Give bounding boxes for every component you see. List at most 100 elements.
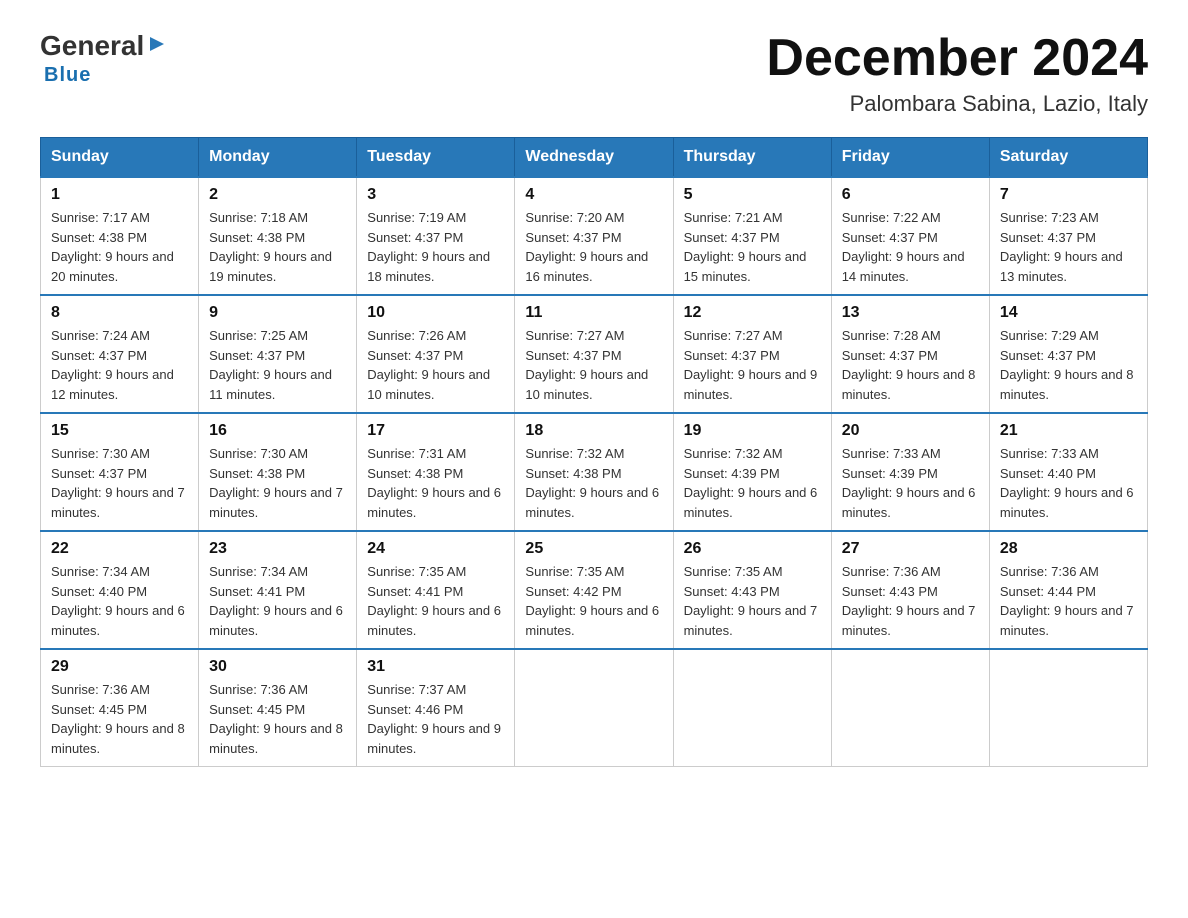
day-info: Sunrise: 7:29 AMSunset: 4:37 PMDaylight:… [1000,326,1137,404]
day-info: Sunrise: 7:30 AMSunset: 4:38 PMDaylight:… [209,444,346,522]
day-number: 7 [1000,186,1137,204]
calendar-cell: 20 Sunrise: 7:33 AMSunset: 4:39 PMDaylig… [831,413,989,531]
calendar-cell: 2 Sunrise: 7:18 AMSunset: 4:38 PMDayligh… [199,177,357,295]
calendar-cell: 8 Sunrise: 7:24 AMSunset: 4:37 PMDayligh… [41,295,199,413]
day-info: Sunrise: 7:26 AMSunset: 4:37 PMDaylight:… [367,326,504,404]
calendar-week-2: 8 Sunrise: 7:24 AMSunset: 4:37 PMDayligh… [41,295,1148,413]
day-number: 9 [209,304,346,322]
calendar-cell: 31 Sunrise: 7:37 AMSunset: 4:46 PMDaylig… [357,649,515,767]
day-number: 20 [842,422,979,440]
day-number: 4 [525,186,662,204]
day-number: 14 [1000,304,1137,322]
calendar-cell: 12 Sunrise: 7:27 AMSunset: 4:37 PMDaylig… [673,295,831,413]
day-info: Sunrise: 7:36 AMSunset: 4:45 PMDaylight:… [209,680,346,758]
day-info: Sunrise: 7:35 AMSunset: 4:41 PMDaylight:… [367,562,504,640]
day-number: 25 [525,540,662,558]
day-number: 18 [525,422,662,440]
calendar-cell [515,649,673,767]
calendar-cell [989,649,1147,767]
day-info: Sunrise: 7:18 AMSunset: 4:38 PMDaylight:… [209,208,346,286]
calendar-cell: 15 Sunrise: 7:30 AMSunset: 4:37 PMDaylig… [41,413,199,531]
calendar-week-5: 29 Sunrise: 7:36 AMSunset: 4:45 PMDaylig… [41,649,1148,767]
calendar-table: SundayMondayTuesdayWednesdayThursdayFrid… [40,137,1148,767]
day-number: 29 [51,658,188,676]
day-number: 11 [525,304,662,322]
weekday-header-thursday: Thursday [673,138,831,178]
day-info: Sunrise: 7:34 AMSunset: 4:41 PMDaylight:… [209,562,346,640]
day-number: 22 [51,540,188,558]
day-info: Sunrise: 7:19 AMSunset: 4:37 PMDaylight:… [367,208,504,286]
day-info: Sunrise: 7:27 AMSunset: 4:37 PMDaylight:… [684,326,821,404]
day-info: Sunrise: 7:36 AMSunset: 4:43 PMDaylight:… [842,562,979,640]
day-number: 1 [51,186,188,204]
calendar-cell: 3 Sunrise: 7:19 AMSunset: 4:37 PMDayligh… [357,177,515,295]
calendar-cell: 26 Sunrise: 7:35 AMSunset: 4:43 PMDaylig… [673,531,831,649]
day-info: Sunrise: 7:30 AMSunset: 4:37 PMDaylight:… [51,444,188,522]
day-number: 24 [367,540,504,558]
day-number: 12 [684,304,821,322]
day-info: Sunrise: 7:17 AMSunset: 4:38 PMDaylight:… [51,208,188,286]
calendar-week-1: 1 Sunrise: 7:17 AMSunset: 4:38 PMDayligh… [41,177,1148,295]
calendar-cell: 13 Sunrise: 7:28 AMSunset: 4:37 PMDaylig… [831,295,989,413]
calendar-cell: 6 Sunrise: 7:22 AMSunset: 4:37 PMDayligh… [831,177,989,295]
day-info: Sunrise: 7:21 AMSunset: 4:37 PMDaylight:… [684,208,821,286]
calendar-cell: 27 Sunrise: 7:36 AMSunset: 4:43 PMDaylig… [831,531,989,649]
title-area: December 2024 Palombara Sabina, Lazio, I… [766,30,1148,117]
day-number: 3 [367,186,504,204]
weekday-header-saturday: Saturday [989,138,1147,178]
day-info: Sunrise: 7:20 AMSunset: 4:37 PMDaylight:… [525,208,662,286]
day-number: 5 [684,186,821,204]
day-number: 8 [51,304,188,322]
weekday-header-friday: Friday [831,138,989,178]
day-info: Sunrise: 7:35 AMSunset: 4:42 PMDaylight:… [525,562,662,640]
calendar-cell: 1 Sunrise: 7:17 AMSunset: 4:38 PMDayligh… [41,177,199,295]
day-number: 23 [209,540,346,558]
weekday-header-monday: Monday [199,138,357,178]
day-number: 13 [842,304,979,322]
day-number: 19 [684,422,821,440]
day-info: Sunrise: 7:33 AMSunset: 4:39 PMDaylight:… [842,444,979,522]
day-info: Sunrise: 7:25 AMSunset: 4:37 PMDaylight:… [209,326,346,404]
calendar-cell: 14 Sunrise: 7:29 AMSunset: 4:37 PMDaylig… [989,295,1147,413]
day-number: 27 [842,540,979,558]
calendar-cell: 4 Sunrise: 7:20 AMSunset: 4:37 PMDayligh… [515,177,673,295]
day-info: Sunrise: 7:36 AMSunset: 4:44 PMDaylight:… [1000,562,1137,640]
day-info: Sunrise: 7:31 AMSunset: 4:38 PMDaylight:… [367,444,504,522]
day-info: Sunrise: 7:32 AMSunset: 4:38 PMDaylight:… [525,444,662,522]
calendar-cell [673,649,831,767]
weekday-header-wednesday: Wednesday [515,138,673,178]
day-number: 16 [209,422,346,440]
calendar-cell: 23 Sunrise: 7:34 AMSunset: 4:41 PMDaylig… [199,531,357,649]
calendar-cell [831,649,989,767]
day-number: 31 [367,658,504,676]
logo-general: General [40,30,144,62]
calendar-cell: 10 Sunrise: 7:26 AMSunset: 4:37 PMDaylig… [357,295,515,413]
month-title: December 2024 [766,30,1148,87]
location-title: Palombara Sabina, Lazio, Italy [766,91,1148,117]
day-number: 30 [209,658,346,676]
calendar-week-4: 22 Sunrise: 7:34 AMSunset: 4:40 PMDaylig… [41,531,1148,649]
calendar-cell: 22 Sunrise: 7:34 AMSunset: 4:40 PMDaylig… [41,531,199,649]
day-number: 2 [209,186,346,204]
day-info: Sunrise: 7:37 AMSunset: 4:46 PMDaylight:… [367,680,504,758]
calendar-cell: 5 Sunrise: 7:21 AMSunset: 4:37 PMDayligh… [673,177,831,295]
calendar-cell: 17 Sunrise: 7:31 AMSunset: 4:38 PMDaylig… [357,413,515,531]
weekday-header-tuesday: Tuesday [357,138,515,178]
calendar-cell: 7 Sunrise: 7:23 AMSunset: 4:37 PMDayligh… [989,177,1147,295]
day-info: Sunrise: 7:32 AMSunset: 4:39 PMDaylight:… [684,444,821,522]
calendar-cell: 18 Sunrise: 7:32 AMSunset: 4:38 PMDaylig… [515,413,673,531]
day-number: 26 [684,540,821,558]
day-info: Sunrise: 7:23 AMSunset: 4:37 PMDaylight:… [1000,208,1137,286]
logo-icon [146,33,168,60]
calendar-cell: 30 Sunrise: 7:36 AMSunset: 4:45 PMDaylig… [199,649,357,767]
day-info: Sunrise: 7:35 AMSunset: 4:43 PMDaylight:… [684,562,821,640]
day-info: Sunrise: 7:24 AMSunset: 4:37 PMDaylight:… [51,326,188,404]
day-number: 15 [51,422,188,440]
day-info: Sunrise: 7:34 AMSunset: 4:40 PMDaylight:… [51,562,188,640]
day-info: Sunrise: 7:22 AMSunset: 4:37 PMDaylight:… [842,208,979,286]
day-number: 10 [367,304,504,322]
calendar-cell: 16 Sunrise: 7:30 AMSunset: 4:38 PMDaylig… [199,413,357,531]
day-info: Sunrise: 7:33 AMSunset: 4:40 PMDaylight:… [1000,444,1137,522]
calendar-cell: 24 Sunrise: 7:35 AMSunset: 4:41 PMDaylig… [357,531,515,649]
day-info: Sunrise: 7:28 AMSunset: 4:37 PMDaylight:… [842,326,979,404]
